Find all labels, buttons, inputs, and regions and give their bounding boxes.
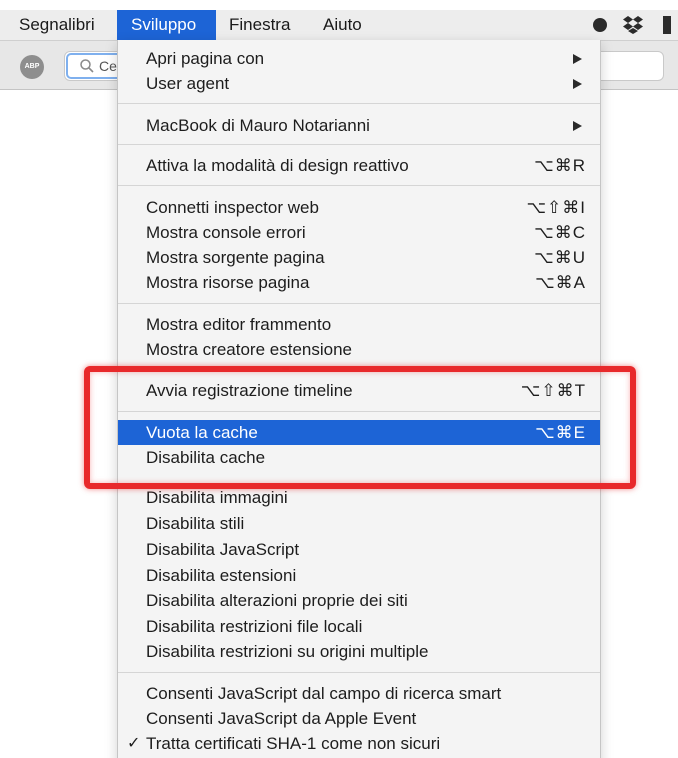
menu-item-label: Mostra console errori (146, 223, 306, 242)
menu-item-label: Disabilita restrizioni file locali (146, 617, 363, 636)
menu-item-label: MacBook di Mauro Notarianni (146, 116, 370, 135)
menu-separator (118, 303, 600, 304)
record-dot-icon[interactable] (592, 10, 608, 40)
menu-item-label: Mostra editor frammento (146, 315, 332, 334)
submenu-arrow-icon (573, 121, 582, 131)
menu-item-label: Disabilita alterazioni proprie dei siti (146, 591, 408, 610)
submenu-arrow-icon (573, 54, 582, 64)
screenshot-root: Segnalibri Sviluppo Finestra Aiuto ABP C… (0, 0, 678, 758)
menu-item-connetti-inspector[interactable]: Connetti inspector web ⌥⇧⌘I (118, 195, 600, 220)
dropbox-icon[interactable] (622, 10, 644, 40)
menu-item-label: Attiva la modalità di design reattivo (146, 156, 409, 175)
menu-item-shortcut: ⌥⌘C (534, 223, 586, 242)
menu-item-macbook[interactable]: MacBook di Mauro Notarianni (118, 113, 600, 138)
menu-item-disabilita-stili[interactable]: Disabilita stili (118, 511, 600, 536)
menu-separator (118, 672, 600, 673)
menu-item-disabilita-estensioni[interactable]: Disabilita estensioni (118, 563, 600, 588)
adblock-plus-icon[interactable]: ABP (20, 55, 44, 79)
menu-item-creatore-estensione[interactable]: Mostra creatore estensione (118, 337, 600, 362)
menu-item-user-agent[interactable]: User agent (118, 71, 600, 96)
menu-aiuto[interactable]: Aiuto (316, 10, 369, 40)
menu-item-risorse-pagina[interactable]: Mostra risorse pagina ⌥⌘A (118, 270, 600, 295)
menu-bar: Segnalibri Sviluppo Finestra Aiuto (0, 10, 678, 41)
menu-item-label: Mostra sorgente pagina (146, 248, 325, 267)
menu-item-disabilita-origini-multiple[interactable]: Disabilita restrizioni su origini multip… (118, 639, 600, 664)
menu-item-label: Disabilita estensioni (146, 566, 297, 585)
menu-item-shortcut: ⌥⌘U (534, 248, 586, 267)
menu-item-label: Apri pagina con (146, 49, 265, 68)
menu-item-label: Disabilita JavaScript (146, 540, 300, 559)
menu-item-disabilita-javascript[interactable]: Disabilita JavaScript (118, 537, 600, 562)
menu-sviluppo[interactable]: Sviluppo (117, 10, 216, 40)
menu-item-sorgente-pagina[interactable]: Mostra sorgente pagina ⌥⌘U (118, 245, 600, 270)
menu-item-label: Mostra risorse pagina (146, 273, 310, 292)
menu-item-label: Consenti JavaScript dal campo di ricerca… (146, 684, 502, 703)
menu-item-label: Consenti JavaScript da Apple Event (146, 709, 417, 728)
menu-item-label: User agent (146, 74, 230, 93)
checkmark-icon: ✓ (127, 735, 141, 752)
menu-item-console-errori[interactable]: Mostra console errori ⌥⌘C (118, 220, 600, 245)
menu-segnalibri[interactable]: Segnalibri (12, 10, 102, 40)
annotation-highlight-box (84, 366, 636, 489)
menu-separator (118, 144, 600, 145)
menu-finestra[interactable]: Finestra (222, 10, 297, 40)
menu-item-disabilita-file-locali[interactable]: Disabilita restrizioni file locali (118, 614, 600, 639)
menu-item-design-reattivo[interactable]: Attiva la modalità di design reattivo ⌥⌘… (118, 153, 600, 178)
menu-item-label: Connetti inspector web (146, 198, 319, 217)
menu-item-disabilita-alterazioni[interactable]: Disabilita alterazioni proprie dei siti (118, 588, 600, 613)
menu-item-editor-frammento[interactable]: Mostra editor frammento (118, 312, 600, 337)
menu-item-label: Disabilita restrizioni su origini multip… (146, 642, 429, 661)
menu-item-js-apple-event[interactable]: Consenti JavaScript da Apple Event (118, 706, 600, 731)
menu-separator (118, 103, 600, 104)
submenu-arrow-icon (573, 79, 582, 89)
menu-item-apri-pagina-con[interactable]: Apri pagina con (118, 46, 600, 71)
menu-item-label: Mostra creatore estensione (146, 340, 352, 359)
menu-item-label: Tratta certificati SHA-1 come non sicuri (146, 734, 441, 753)
menu-item-sha1-non-sicuri[interactable]: ✓ Tratta certificati SHA-1 come non sicu… (118, 731, 600, 756)
menu-item-shortcut: ⌥⌘R (534, 156, 586, 175)
battery-icon[interactable] (662, 10, 672, 40)
menu-separator (118, 185, 600, 186)
menu-item-shortcut: ⌥⇧⌘I (526, 198, 586, 217)
menu-item-js-ricerca-smart[interactable]: Consenti JavaScript dal campo di ricerca… (118, 681, 600, 706)
menu-item-shortcut: ⌥⌘A (535, 273, 586, 292)
menu-item-label: Disabilita stili (146, 514, 245, 533)
